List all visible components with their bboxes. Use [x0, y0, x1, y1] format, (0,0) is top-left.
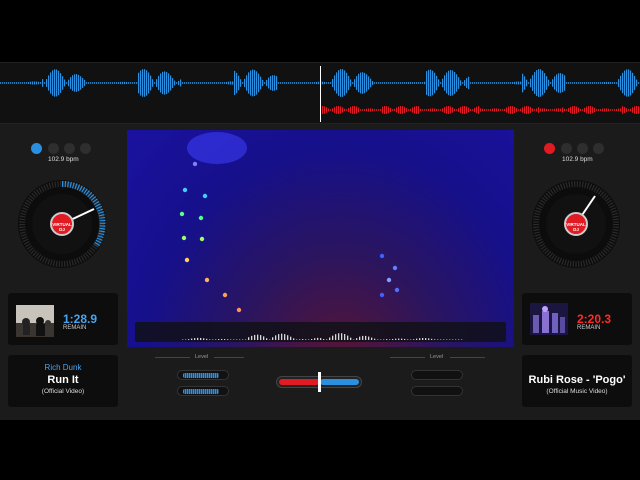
deck-a-title: Run It	[47, 374, 79, 386]
deck-a-remain: REMAIN	[63, 325, 87, 331]
deck-b-level-meter-l	[411, 370, 463, 380]
deck-a-dot-4[interactable]	[80, 143, 91, 154]
level-divider-a-left	[155, 357, 190, 358]
deck-a-level-meter-l	[177, 370, 229, 380]
deck-b-label-text: VIRTUAL DJ	[566, 222, 586, 232]
bottom-bar	[0, 420, 640, 480]
playhead-marker	[320, 66, 321, 122]
deck-b-dot-2[interactable]	[561, 143, 572, 154]
top-bar	[0, 0, 640, 60]
deck-a-thumbnail	[16, 305, 54, 337]
deck-b-subtitle: (Official Music Video)	[546, 388, 608, 395]
deck-a-artist: Rich Dunk	[44, 363, 82, 372]
deck-a-active-dot[interactable]	[31, 143, 42, 154]
deck-a-subtitle: (Official Video)	[41, 388, 85, 395]
deck-b-remain: REMAIN	[577, 325, 601, 331]
deck-a-dot-3[interactable]	[64, 143, 75, 154]
video-preview[interactable]	[127, 130, 514, 347]
level-divider-a-right	[214, 357, 244, 358]
deck-a-level-meter-r	[177, 386, 229, 396]
deck-a-bpm: 102.9 bpm	[48, 156, 79, 163]
deck-a-label: VIRTUAL DJ	[50, 212, 74, 236]
deck-a-level-fill-r	[183, 389, 219, 394]
crossfader-handle[interactable]	[318, 372, 321, 392]
deck-a-time: 1:28.9	[63, 312, 98, 326]
deck-a-level-label: Level	[195, 354, 209, 360]
deck-b-time-panel: 2:20.3 REMAIN	[522, 293, 632, 345]
deck-b-title: Rubi Rose - 'Pogo'	[528, 374, 626, 386]
crossfader-left-fill	[279, 379, 320, 385]
deck-b-bpm: 102.9 bpm	[562, 156, 593, 163]
deck-a-label-text: VIRTUAL DJ	[52, 222, 72, 232]
deck-a-level-fill-l	[183, 373, 219, 378]
deck-b-thumbnail	[530, 303, 568, 335]
level-divider-b-left	[390, 357, 425, 358]
deck-b-level-label: Level	[430, 354, 444, 360]
deck-b-info-panel: Rubi Rose - 'Pogo' (Official Music Video…	[522, 355, 632, 407]
crossfader-right-fill	[320, 379, 359, 385]
deck-b-dot-4[interactable]	[593, 143, 604, 154]
waveform-deck-b	[322, 106, 640, 114]
level-divider-b-right	[450, 357, 485, 358]
deck-b-dot-3[interactable]	[577, 143, 588, 154]
video-visual	[135, 132, 506, 342]
deck-a-dot-2[interactable]	[48, 143, 59, 154]
deck-b-active-dot[interactable]	[544, 143, 555, 154]
deck-b-platter[interactable]: VIRTUAL DJ	[532, 180, 620, 268]
deck-a-platter[interactable]: VIRTUAL DJ	[18, 180, 106, 268]
deck-a-time-panel: 1:28.9 REMAIN	[8, 293, 118, 345]
deck-b-time: 2:20.3	[577, 312, 612, 326]
deck-b-level-meter-r	[411, 386, 463, 396]
deck-a-info-panel: Rich Dunk Run It (Official Video)	[8, 355, 118, 407]
deck-b-label: VIRTUAL DJ	[564, 212, 588, 236]
